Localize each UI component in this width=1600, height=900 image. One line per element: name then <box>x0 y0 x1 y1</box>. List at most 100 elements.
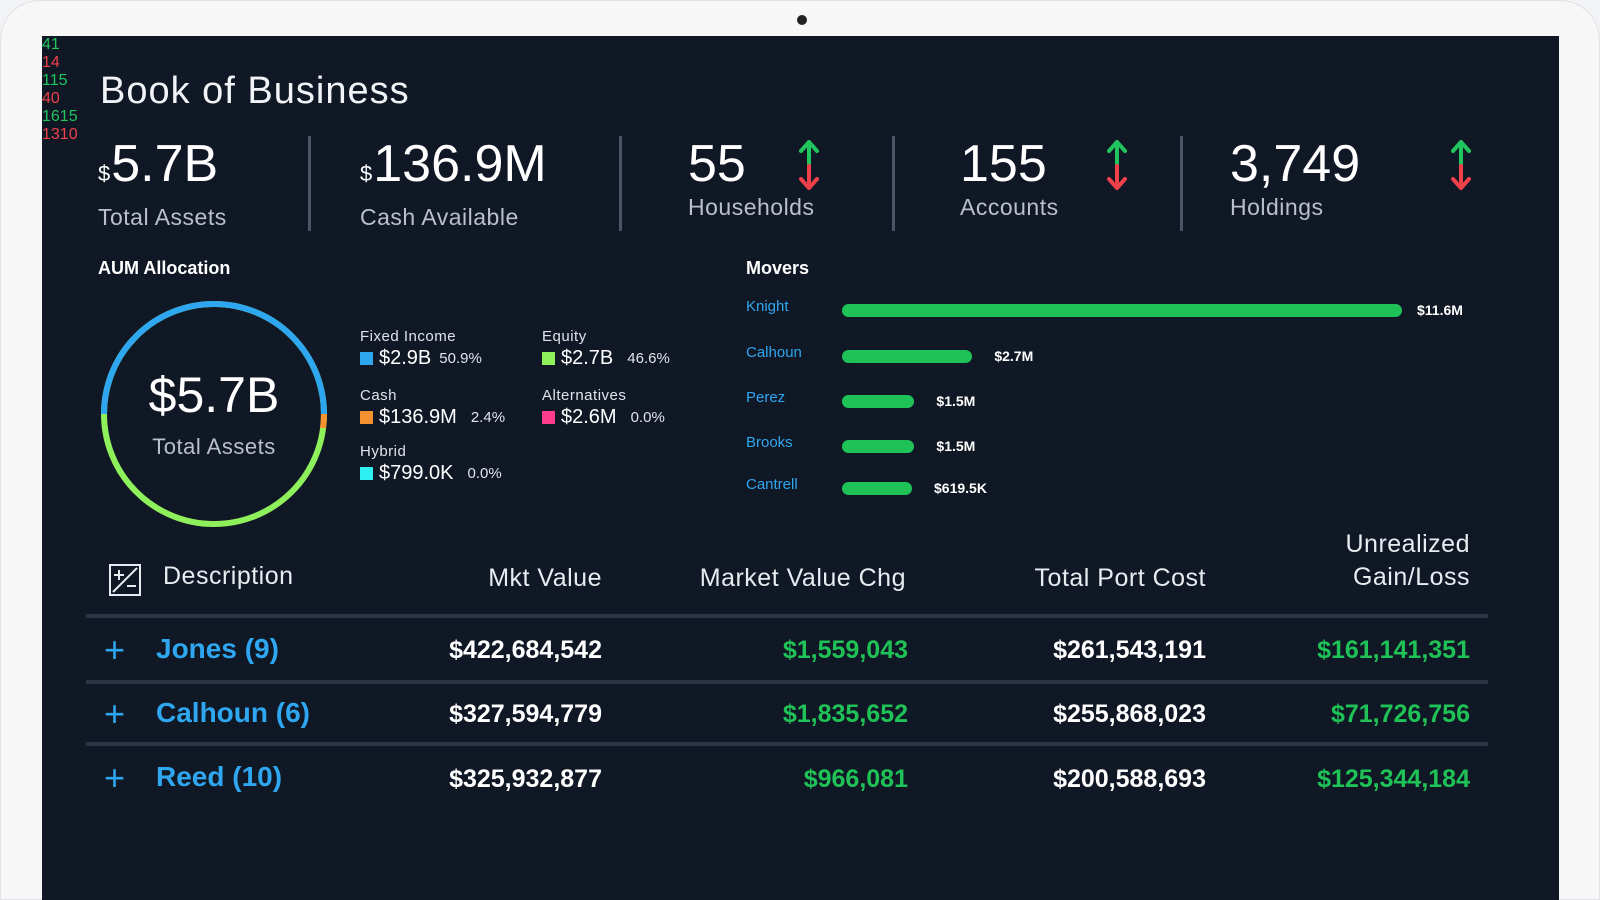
accounts-deltas: 115 40 <box>42 72 82 108</box>
kpi-value: 3,749 <box>1230 135 1361 193</box>
legend-swatch <box>360 467 373 480</box>
mover-value: $1.5M <box>936 438 976 454</box>
header-divider <box>86 614 1488 618</box>
mover-bar <box>842 304 1402 317</box>
mover-value: $1.5M <box>936 393 976 409</box>
legend-cash: Cash $136.9M 2.4% <box>360 387 505 429</box>
legend-value: $2.9B <box>379 347 432 369</box>
legend-name: Hybrid <box>360 443 407 460</box>
kpi-label: Cash Available <box>360 204 519 230</box>
row-name-link[interactable]: Jones (9) <box>156 633 279 665</box>
kpi-divider <box>619 136 622 231</box>
expand-plus-icon[interactable]: + <box>104 696 125 732</box>
cell-mkt-value: $325,932,877 <box>449 765 602 793</box>
cell-port-cost: $200,588,693 <box>1053 765 1206 793</box>
legend-pct: 2.4% <box>470 409 506 426</box>
kpi-label: Total Assets <box>98 204 227 230</box>
kpi-label: Accounts <box>960 194 1059 220</box>
legend-pct: 46.6% <box>627 350 670 367</box>
kpi-accounts: 155 Accounts <box>960 136 1059 221</box>
mover-name[interactable]: Cantrell <box>746 476 798 493</box>
delta-down-value: 14 <box>42 54 60 71</box>
mover-bar <box>842 482 912 495</box>
kpi-cash-available: $136.9M Cash Available <box>360 136 547 231</box>
cell-mkt-value: $327,594,779 <box>449 700 602 728</box>
households-deltas: 41 14 <box>42 36 66 72</box>
legend-name: Equity <box>542 328 587 345</box>
legend-value: $2.7B <box>561 347 614 369</box>
header-total-port-cost[interactable]: Total Port Cost <box>982 564 1206 593</box>
expand-plus-icon[interactable]: + <box>104 632 125 668</box>
camera-dot <box>797 15 807 25</box>
kpi-value: 155 <box>960 135 1047 193</box>
legend-value: $799.0K <box>379 462 454 484</box>
legend-swatch <box>360 411 373 424</box>
cell-ugl: $125,344,184 <box>1317 765 1470 793</box>
header-unrealized-line1[interactable]: Unrealized <box>1282 530 1470 559</box>
mover-name[interactable]: Calhoun <box>746 344 802 361</box>
delta-up-value: 115 <box>42 72 68 89</box>
legend-pct: 0.0% <box>630 409 665 426</box>
header-description[interactable]: Description <box>163 562 294 591</box>
currency-symbol: $ <box>360 161 373 186</box>
donut-center-label: Total Assets <box>152 434 276 459</box>
currency-symbol: $ <box>98 161 111 186</box>
legend-swatch <box>542 411 555 424</box>
delta-down-value: 1310 <box>42 126 78 143</box>
legend-fixed-income: Fixed Income $2.9B 50.9% <box>360 328 482 370</box>
kpi-divider <box>892 136 895 231</box>
mover-name[interactable]: Perez <box>746 389 785 406</box>
cell-mkt-value: $422,684,542 <box>449 636 602 664</box>
kpi-households: 55 Households <box>688 136 814 221</box>
row-name-link[interactable]: Calhoun (6) <box>156 697 310 729</box>
expand-plus-icon[interactable]: + <box>104 760 125 796</box>
legend-pct: 0.0% <box>467 465 502 482</box>
up-down-arrows-icon <box>1451 140 1471 190</box>
kpi-divider <box>308 136 311 231</box>
kpi-label: Holdings <box>1230 194 1324 220</box>
mover-value: $619.5K <box>934 480 987 496</box>
delta-up-value: 1615 <box>42 108 78 125</box>
header-market-value-chg[interactable]: Market Value Chg <box>662 564 906 593</box>
legend-value: $2.6M <box>561 406 617 428</box>
aum-allocation-title: AUM Allocation <box>98 258 231 278</box>
up-down-arrows-icon <box>799 140 819 190</box>
kpi-divider <box>1180 136 1183 231</box>
mover-bar <box>842 440 915 453</box>
page-title: Book of Business <box>100 70 410 112</box>
legend-name: Alternatives <box>542 387 627 404</box>
mover-bar <box>842 350 973 363</box>
header-unrealized-line2[interactable]: Gain/Loss <box>1282 563 1470 592</box>
cell-ugl: $161,141,351 <box>1317 636 1470 664</box>
legend-name: Fixed Income <box>360 328 457 345</box>
plus-minus-icon[interactable] <box>109 564 141 596</box>
header-mkt-value[interactable]: Mkt Value <box>442 564 602 593</box>
kpi-value: 136.9M <box>373 135 547 193</box>
mover-bar <box>842 395 915 408</box>
row-divider <box>86 680 1488 684</box>
legend-pct: 50.9% <box>439 350 482 367</box>
legend-value: $136.9M <box>379 406 457 428</box>
cell-mv-chg: $1,835,652 <box>782 700 908 728</box>
holdings-deltas: 1615 1310 <box>42 108 92 144</box>
legend-hybrid: Hybrid $799.0K 0.0% <box>360 443 502 485</box>
legend-swatch <box>542 352 555 365</box>
cell-mv-chg: $1,559,043 <box>782 636 908 664</box>
row-divider <box>86 742 1488 746</box>
kpi-value: 55 <box>688 135 746 193</box>
donut-center-value: $5.7B <box>148 367 280 423</box>
kpi-holdings: 3,749 Holdings <box>1230 136 1360 221</box>
cell-mv-chg: $966,081 <box>803 765 908 793</box>
mover-name[interactable]: Brooks <box>746 434 793 451</box>
row-name-link[interactable]: Reed (10) <box>156 761 282 793</box>
legend-alternatives: Alternatives $2.6M 0.0% <box>542 387 665 429</box>
kpi-value: 5.7B <box>111 135 219 193</box>
cell-port-cost: $261,543,191 <box>1053 636 1206 664</box>
movers-title: Movers <box>746 258 810 278</box>
legend-swatch <box>360 352 373 365</box>
legend-name: Cash <box>360 387 398 404</box>
mover-value: $11.6M <box>1417 302 1463 318</box>
mover-name[interactable]: Knight <box>746 298 789 315</box>
cell-port-cost: $255,868,023 <box>1053 700 1206 728</box>
delta-down-value: 40 <box>42 90 60 107</box>
